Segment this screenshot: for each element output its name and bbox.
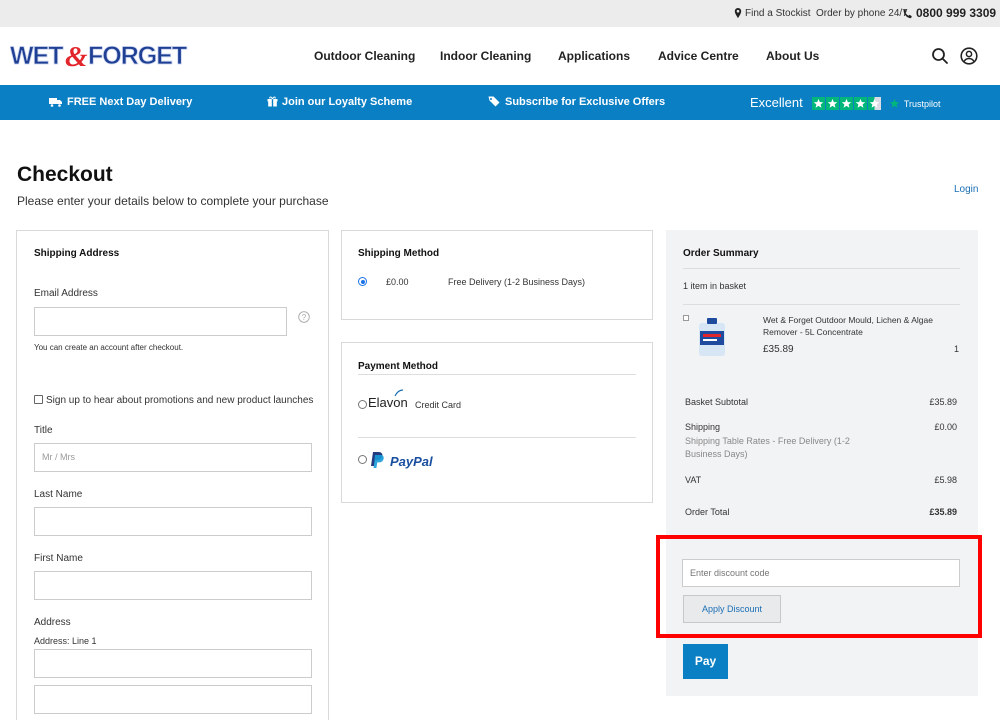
nav-outdoor-cleaning[interactable]: Outdoor Cleaning [314, 27, 415, 85]
shipping-value: £0.00 [934, 422, 957, 432]
trustpilot-star-icon [889, 98, 900, 108]
basket-count: 1 item in basket [683, 281, 747, 291]
first-name-field[interactable] [34, 571, 312, 600]
help-icon[interactable]: ? [298, 311, 310, 323]
phone-number: 0800 999 3309 [916, 6, 997, 20]
exclusive-offers-link[interactable]: Subscribe for Exclusive Offers [488, 85, 665, 120]
nav-about-us[interactable]: About Us [766, 27, 819, 85]
divider [683, 268, 960, 269]
elavon-swoosh-icon [394, 389, 404, 397]
shipping-method-panel: Shipping Method £0.00 Free Delivery (1-2… [341, 230, 653, 320]
address-label: Address [34, 617, 71, 628]
payment-method-title: Payment Method [358, 361, 439, 372]
divider [683, 304, 960, 305]
item-thumbnail-checkbox[interactable] [683, 315, 689, 321]
exclusive-offers-label: Subscribe for Exclusive Offers [505, 96, 666, 108]
nav-advice-centre[interactable]: Advice Centre [658, 27, 739, 85]
find-stockist-label: Find a Stockist [745, 8, 811, 19]
loyalty-scheme-link[interactable]: Join our Loyalty Scheme [267, 85, 412, 120]
page-subtitle: Please enter your details below to compl… [17, 194, 329, 208]
paypal-logo-text: PayPal [390, 454, 433, 469]
email-label: Email Address [34, 288, 98, 299]
truck-icon [49, 98, 62, 107]
site-header: WET & FORGET Outdoor Cleaning Indoor Cle… [0, 27, 1000, 85]
loyalty-scheme-label: Join our Loyalty Scheme [282, 96, 413, 108]
item-quantity: 1 [954, 344, 960, 354]
order-by-phone-text: Order by phone 24/7 [816, 8, 908, 19]
pay-button[interactable]: Pay [683, 644, 728, 679]
item-name: Wet & Forget Outdoor Mould, Lichen & Alg… [763, 315, 933, 337]
trustpilot-widget[interactable]: Excellent Trustpilot [750, 85, 941, 120]
account-icon[interactable] [960, 47, 978, 65]
last-name-label: Last Name [34, 489, 83, 500]
newsletter-checkbox[interactable] [34, 395, 43, 404]
free-delivery-link[interactable]: FREE Next Day Delivery [49, 85, 192, 120]
top-utility-bar: Find a Stockist Order by phone 24/7 0800… [0, 0, 1000, 27]
trustpilot-logo-text: Trustpilot [903, 99, 941, 109]
shipping-address-panel: Shipping Address Email Address ? You can… [16, 230, 329, 720]
newsletter-label: Sign up to hear about promotions and new… [46, 395, 314, 406]
phone-icon [903, 9, 912, 19]
tag-icon [488, 96, 500, 107]
title-label: Title [34, 425, 53, 436]
credit-card-radio[interactable] [358, 400, 367, 409]
trustpilot-rating-text: Excellent [750, 95, 803, 110]
map-pin-icon [734, 8, 742, 18]
nav-indoor-cleaning[interactable]: Indoor Cleaning [440, 27, 531, 85]
star-icon [811, 97, 825, 110]
star-icon [853, 97, 867, 110]
wet-and-forget-logo[interactable]: WET & FORGET [10, 40, 190, 70]
shipping-method-name: Free Delivery (1-2 Business Days) [448, 277, 586, 287]
half-star-icon [867, 97, 881, 110]
search-icon[interactable] [931, 47, 949, 65]
product-image [699, 318, 725, 356]
email-hint: You can create an account after checkout… [34, 343, 184, 352]
page-title: Checkout [17, 163, 113, 186]
discount-code-input[interactable] [682, 559, 960, 587]
shipping-method-title: Shipping Method [358, 248, 440, 259]
shipping-method-price: £0.00 [386, 277, 409, 287]
star-icon [825, 97, 839, 110]
svg-text:?: ? [302, 313, 307, 322]
gift-icon [267, 96, 278, 107]
shipping-method-radio[interactable] [358, 277, 367, 286]
vat-label: VAT [685, 475, 702, 485]
svg-text:WET: WET [10, 42, 63, 70]
address-line2-field[interactable] [34, 685, 312, 714]
title-select[interactable]: Mr / Mrs [34, 443, 312, 472]
divider [358, 374, 636, 375]
paypal-icon [371, 452, 384, 468]
shipping-label: Shipping [685, 422, 721, 432]
shipping-detail: Shipping Table Rates - Free Delivery (1-… [685, 436, 850, 459]
item-price: £35.89 [763, 344, 794, 355]
trustpilot-stars [811, 90, 882, 125]
address-line1-field[interactable] [34, 649, 312, 678]
subtotal-value: £35.89 [929, 397, 957, 407]
free-delivery-label: FREE Next Day Delivery [67, 96, 193, 108]
paypal-radio[interactable] [358, 455, 367, 464]
payment-method-panel: Payment Method Elavon Credit Card PayPal [341, 342, 653, 503]
apply-discount-button[interactable]: Apply Discount [683, 595, 781, 623]
order-summary-title: Order Summary [683, 248, 759, 259]
svg-text:FORGET: FORGET [88, 42, 187, 70]
nav-applications[interactable]: Applications [558, 27, 630, 85]
find-stockist-link[interactable]: Find a Stockist [734, 0, 811, 27]
email-field[interactable] [34, 307, 287, 336]
divider [358, 437, 636, 438]
subtotal-label: Basket Subtotal [685, 397, 749, 407]
address-line1-label: Address: Line 1 [34, 636, 97, 646]
credit-card-label: Credit Card [415, 400, 462, 410]
login-link[interactable]: Login [954, 184, 978, 195]
last-name-field[interactable] [34, 507, 312, 536]
order-total-value: £35.89 [929, 507, 957, 517]
phone-link[interactable]: 0800 999 3309 [903, 0, 996, 27]
svg-text:&: & [65, 41, 88, 70]
shipping-address-title: Shipping Address [34, 248, 120, 259]
order-total-label: Order Total [685, 507, 730, 517]
star-icon [839, 97, 853, 110]
elavon-logo: Elavon [368, 395, 408, 410]
promo-bar: FREE Next Day Delivery Join our Loyalty … [0, 85, 1000, 120]
first-name-label: First Name [34, 553, 83, 564]
vat-value: £5.98 [934, 475, 957, 485]
